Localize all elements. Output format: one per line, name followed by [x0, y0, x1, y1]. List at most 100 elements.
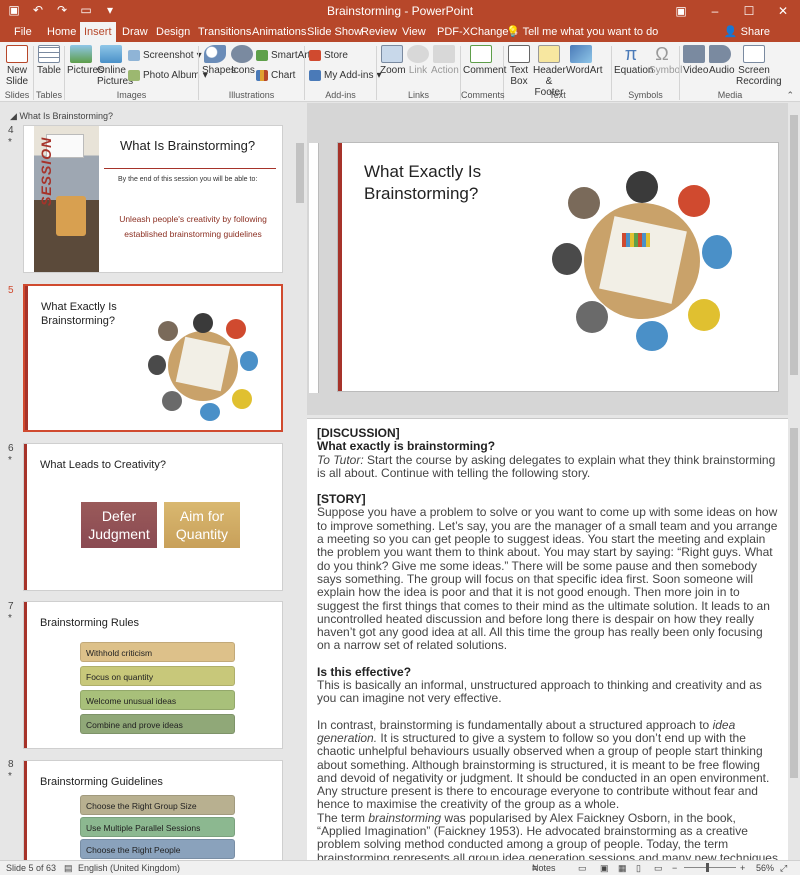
thumb-title: Brainstorming Guidelines — [40, 776, 163, 788]
zoom-slider-thumb[interactable] — [706, 863, 709, 872]
audio-button[interactable]: Audio — [709, 45, 735, 76]
tab-design[interactable]: Design — [152, 22, 194, 42]
notes-tutor-text: Start the course by asking delegates to … — [317, 452, 776, 480]
tab-home[interactable]: Home — [43, 22, 80, 42]
addins-icon — [309, 70, 321, 81]
wordart-button[interactable]: WordArt — [566, 45, 603, 76]
zoom-out-icon[interactable]: − — [672, 861, 677, 875]
group-text-label: Text — [549, 90, 566, 100]
chart-icon — [256, 70, 268, 81]
person — [148, 355, 166, 375]
tab-review[interactable]: Review — [357, 22, 401, 42]
smartart-button[interactable]: SmartArt — [256, 50, 310, 61]
section-label: What Is Brainstorming? — [19, 111, 113, 121]
shapes-button[interactable]: Shapes — [202, 45, 236, 76]
tab-insert[interactable]: Insert — [80, 22, 116, 42]
equation-button[interactable]: π Equation — [614, 44, 653, 76]
collapse-section-icon: ◢ — [10, 111, 17, 121]
section-header[interactable]: ◢ What Is Brainstorming? — [10, 111, 113, 122]
zoom-button[interactable]: Zoom — [380, 45, 406, 76]
new-slide-button[interactable]: New Slide — [4, 45, 30, 87]
link-button[interactable]: Link — [407, 45, 429, 76]
notes-scrollbar[interactable] — [788, 418, 800, 860]
tell-me-box[interactable]: 💡 Tell me what you want to do — [506, 22, 658, 42]
shapes-icon — [204, 45, 226, 63]
text-box-button[interactable]: Text Box — [507, 45, 531, 87]
notes-heading-story: [STORY] — [317, 492, 366, 507]
zoom-slider[interactable] — [684, 867, 736, 868]
scroll-thumb[interactable] — [296, 143, 304, 203]
meeting-photo[interactable] — [552, 171, 732, 351]
slideshow-view-icon[interactable]: ▭ — [654, 861, 663, 875]
screen-recording-label: Screen Recording — [736, 65, 782, 87]
photo-album-button[interactable]: Photo Album ▾ — [128, 70, 208, 81]
slide-title[interactable]: What Exactly Is Brainstorming? — [364, 161, 504, 205]
store-button[interactable]: Store — [309, 50, 348, 61]
my-addins-button[interactable]: My Add-ins ▾ — [309, 70, 382, 81]
thumb-number: 6 — [8, 443, 14, 454]
rule-item: Combine and prove ideas — [80, 714, 235, 734]
maximize-button[interactable]: ☐ — [732, 0, 766, 22]
group-links-label: Links — [407, 90, 429, 100]
animation-star-icon: * — [8, 455, 12, 466]
vertical-ruler — [309, 143, 319, 393]
thumbnail-slide-6[interactable]: What Leads to Creativity? Defer Judgment… — [23, 443, 283, 591]
close-button[interactable]: ✕ — [766, 0, 800, 22]
tab-view[interactable]: View — [398, 22, 430, 42]
zoom-in-icon[interactable]: + — [740, 861, 745, 875]
tab-draw[interactable]: Draw — [118, 22, 152, 42]
slide-sorter-icon[interactable]: ▦ — [618, 861, 627, 875]
video-button[interactable]: Video — [683, 45, 709, 76]
thumbnail-slide-8[interactable]: Brainstorming Guidelines Choose the Righ… — [23, 760, 283, 860]
guideline-item: Choose the Right Group Size — [80, 795, 235, 815]
scroll-thumb[interactable] — [790, 115, 798, 375]
thumbnail-slide-5[interactable]: What Exactly Is Brainstorming? — [23, 284, 283, 432]
fit-slide-icon[interactable]: ⤢ — [780, 861, 787, 875]
icons-button[interactable]: Icons — [231, 45, 255, 76]
photo-album-label: Photo Album — [143, 70, 200, 81]
collapse-ribbon-icon[interactable]: ⌃ — [786, 90, 794, 101]
reading-view-icon[interactable]: ▯ — [636, 861, 641, 875]
text-box-icon — [508, 45, 530, 63]
chart-button[interactable]: Chart — [256, 70, 295, 81]
pi-icon: π — [624, 44, 638, 64]
video-label: Video — [683, 65, 709, 76]
action-button[interactable]: Action — [431, 45, 459, 76]
person — [702, 235, 732, 269]
scroll-thumb[interactable] — [790, 428, 798, 778]
thumbnail-slide-4[interactable]: SESSION What Is Brainstorming? By the en… — [23, 125, 283, 273]
share-button[interactable]: 👤 Share — [724, 22, 770, 42]
normal-view-icon[interactable]: ▣ — [600, 861, 609, 875]
thumbnail-slide-7[interactable]: Brainstorming Rules Withhold criticism F… — [23, 601, 283, 749]
thumbnail-scrollbar[interactable] — [294, 103, 306, 860]
online-pictures-button[interactable]: Online Pictures — [97, 45, 133, 87]
symbol-button[interactable]: Ω Symbol — [649, 45, 682, 76]
slide-scrollbar[interactable] — [788, 103, 800, 415]
language-indicator[interactable]: English (United Kingdom) — [78, 861, 180, 875]
notes-pane[interactable]: [DISCUSSION] What exactly is brainstormi… — [307, 418, 788, 860]
person — [678, 185, 710, 217]
tab-transitions[interactable]: Transitions — [194, 22, 255, 42]
screenshot-button[interactable]: Screenshot ▾ — [128, 50, 202, 61]
thumb-number: 8 — [8, 759, 14, 770]
minimize-button[interactable]: – — [698, 0, 732, 22]
animation-star-icon: * — [8, 613, 12, 624]
screen-recording-button[interactable]: Screen Recording — [736, 45, 782, 87]
ribbon-display-icon[interactable]: ▣ — [664, 0, 698, 22]
thumb-title: Brainstorming Rules — [40, 617, 140, 629]
animation-star-icon: * — [8, 137, 12, 148]
tell-me-text: Tell me what you want to do — [522, 26, 659, 38]
comment-button[interactable]: Comment — [463, 45, 506, 76]
notes-term-a: The term — [317, 810, 369, 825]
person-icon: 👤 — [723, 26, 738, 38]
spellcheck-icon[interactable]: ▤ — [64, 861, 73, 875]
table-button[interactable]: Table — [37, 45, 61, 76]
comments-toggle-icon[interactable]: ▭ — [578, 861, 587, 875]
current-slide[interactable]: What Exactly Is Brainstorming? — [337, 142, 779, 392]
pictures-button[interactable]: Pictures — [67, 45, 103, 76]
tab-animations[interactable]: Animations — [248, 22, 310, 42]
icons-icon — [231, 45, 253, 63]
zoom-level[interactable]: 56% — [756, 861, 774, 875]
meeting-photo — [148, 311, 258, 421]
tab-file[interactable]: File — [10, 22, 36, 42]
